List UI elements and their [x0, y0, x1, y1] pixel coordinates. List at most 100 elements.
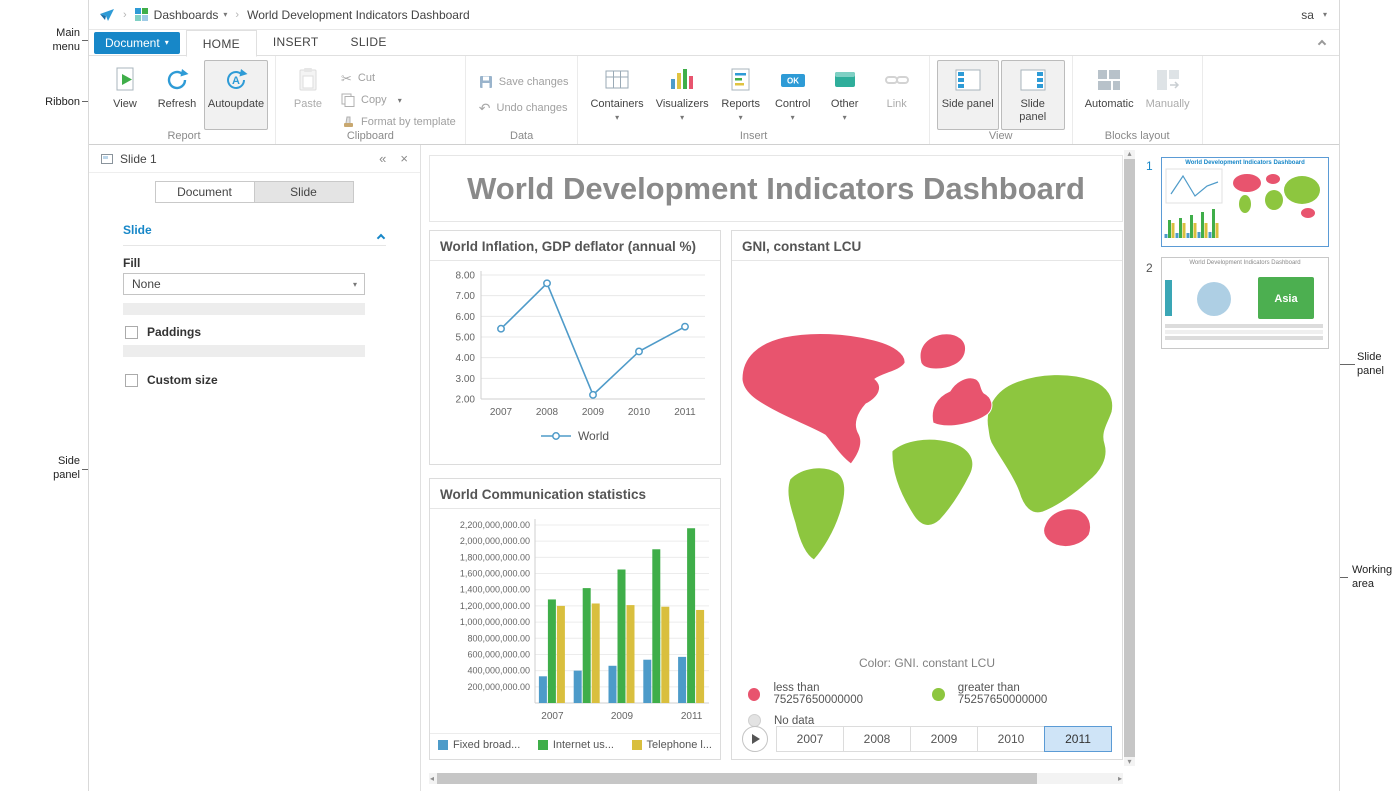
slide-thumbnail-1[interactable]: World Development Indicators Dashboard [1161, 157, 1329, 247]
ribbon-tab-slide[interactable]: SLIDE [335, 29, 403, 56]
reports-button[interactable]: Reports ▾ [716, 60, 766, 130]
vertical-scrollbar-thumb[interactable] [1124, 159, 1135, 757]
save-changes-button[interactable]: Save changes [476, 74, 572, 90]
document-menu-label: Document [105, 36, 160, 50]
app-window: › Dashboards ▾ › World Development Indic… [88, 0, 1340, 791]
year-button-2007[interactable]: 2007 [776, 726, 844, 752]
side-panel-button[interactable]: Side panel [937, 60, 999, 130]
collapse-panel-icon[interactable]: « [379, 152, 386, 165]
fill-dropdown-value: None [132, 277, 161, 291]
region-asia[interactable] [987, 375, 1112, 513]
svg-text:7.00: 7.00 [456, 291, 476, 302]
region-australia[interactable] [1044, 509, 1091, 547]
legend-label-no-data: No data [774, 715, 814, 727]
region-greenland[interactable] [920, 334, 965, 369]
side-panel-label: Side panel [942, 98, 994, 111]
slide-thumbnail-2[interactable]: World Development Indicators Dashboard A… [1161, 257, 1329, 349]
bar-legend-item: Fixed broad... [438, 739, 520, 751]
close-panel-icon[interactable]: × [400, 152, 408, 165]
inflation-chart-title: World Inflation, GDP deflator (annual %) [430, 231, 720, 261]
containers-label: Containers [590, 98, 643, 111]
horizontal-scrollbar-thumb[interactable] [437, 773, 1037, 784]
scroll-up-icon[interactable]: ▴ [1126, 150, 1132, 158]
other-button[interactable]: Other ▾ [820, 60, 870, 130]
divider [123, 245, 386, 246]
control-icon: OK [779, 66, 807, 94]
custom-size-checkbox[interactable] [125, 374, 138, 387]
visualizers-button[interactable]: Visualizers ▾ [651, 60, 714, 130]
slide-panel-icon [1020, 66, 1046, 94]
ribbon-group-data: Save changes ↶ Undo changes Data [466, 56, 579, 144]
containers-button[interactable]: Containers ▾ [585, 60, 648, 130]
ribbon: View Refresh A Autoupdate Report Paste ✂… [89, 56, 1339, 145]
fill-dropdown[interactable]: None ▾ [123, 273, 365, 295]
undo-changes-button[interactable]: ↶ Undo changes [476, 100, 572, 116]
scroll-left-icon[interactable]: ◂ [429, 775, 435, 783]
copy-button[interactable]: Copy ▾ [338, 92, 459, 108]
tab-slide[interactable]: Slide [254, 181, 354, 203]
scroll-down-icon[interactable]: ▾ [1126, 758, 1132, 766]
manually-button[interactable]: Manually [1141, 60, 1195, 130]
svg-text:2011: 2011 [681, 711, 703, 722]
cut-button[interactable]: ✂ Cut [338, 70, 459, 86]
autoupdate-icon: A [223, 66, 249, 94]
paddings-label: Paddings [147, 325, 201, 339]
scroll-right-icon[interactable]: ▸ [1117, 775, 1123, 783]
year-button-2008[interactable]: 2008 [843, 726, 911, 752]
save-changes-label: Save changes [499, 76, 569, 88]
region-north-america[interactable] [742, 333, 905, 464]
side-panel-tabs: Document Slide [89, 181, 420, 203]
chevron-down-icon: ▾ [739, 113, 743, 122]
vertical-scrollbar[interactable]: ▴ ▾ [1124, 150, 1135, 766]
user-menu[interactable]: sa [1301, 8, 1314, 22]
map-panel[interactable]: GNI, constant LCU Color: GNI. constant L… [731, 230, 1123, 760]
breadcrumb-separator: › [123, 9, 127, 21]
region-south-america[interactable] [788, 468, 845, 560]
control-button[interactable]: OK Control ▾ [768, 60, 818, 130]
automatic-button[interactable]: Automatic [1080, 60, 1139, 130]
paste-button[interactable]: Paste [283, 60, 333, 130]
link-label: Link [887, 98, 907, 111]
year-button-2010[interactable]: 2010 [977, 726, 1045, 752]
horizontal-scrollbar[interactable]: ◂ ▸ [429, 773, 1123, 784]
automatic-label: Automatic [1085, 98, 1134, 111]
user-menu-chevron-icon[interactable]: ▾ [1323, 10, 1327, 19]
view-icon [113, 66, 137, 94]
working-area[interactable]: World Development Indicators Dashboard W… [421, 145, 1137, 791]
slide-section-title: Slide [123, 223, 152, 237]
breadcrumb-dashboards[interactable]: Dashboards ▾ [154, 8, 228, 22]
communication-chart-panel[interactable]: World Communication statistics 200,000,0… [429, 478, 721, 760]
ribbon-group-label: View [930, 130, 1072, 142]
autoupdate-button[interactable]: A Autoupdate [204, 60, 268, 130]
containers-icon [604, 66, 630, 94]
cut-icon: ✂ [341, 72, 352, 85]
region-europe[interactable] [932, 378, 992, 426]
bar-legend-item: Internet us... [538, 739, 614, 751]
view-button[interactable]: View [100, 60, 150, 130]
tab-document[interactable]: Document [155, 181, 255, 203]
play-button[interactable] [742, 726, 768, 752]
autoupdate-label: Autoupdate [208, 98, 264, 111]
svg-text:800,000,000.00: 800,000,000.00 [467, 633, 530, 643]
document-menu-button[interactable]: Document ▾ [94, 32, 180, 54]
slide-panel-button[interactable]: Slide panel [1001, 60, 1065, 130]
refresh-button[interactable]: Refresh [152, 60, 202, 130]
collapse-ribbon-button[interactable] [1315, 38, 1329, 50]
section-collapse-button[interactable] [378, 228, 384, 246]
view-label: View [113, 98, 137, 111]
dashboard-title-panel[interactable]: World Development Indicators Dashboard [429, 155, 1123, 222]
placeholder-bar [123, 345, 365, 357]
chevron-down-icon: ▾ [791, 113, 795, 122]
region-africa[interactable] [892, 439, 973, 525]
format-by-template-button[interactable]: Format by template [338, 114, 459, 130]
inflation-chart-panel[interactable]: World Inflation, GDP deflator (annual %)… [429, 230, 721, 465]
ribbon-tab-insert[interactable]: INSERT [257, 29, 335, 56]
ribbon-group-clipboard: Paste ✂ Cut Copy ▾ Format by template Cl… [276, 56, 466, 144]
paddings-checkbox[interactable] [125, 326, 138, 339]
ribbon-tab-home[interactable]: HOME [186, 30, 257, 57]
format-brush-icon [341, 115, 355, 129]
year-button-2009[interactable]: 2009 [910, 726, 978, 752]
year-button-2011[interactable]: 2011 [1044, 726, 1112, 752]
link-button[interactable]: Link [872, 60, 922, 130]
chevron-up-icon [1318, 40, 1326, 48]
